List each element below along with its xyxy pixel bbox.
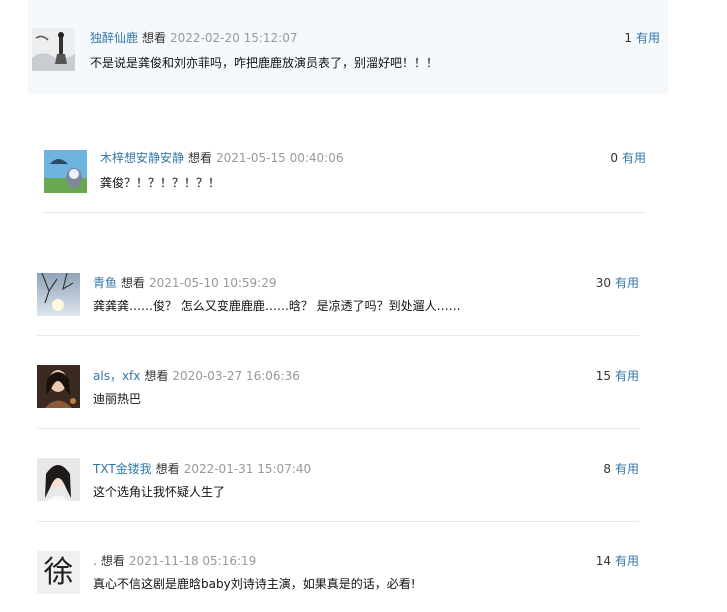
comment-item: 木梓想安静安静 想看 2021-05-15 00:40:06 0 有用 龚俊？！？！？…: [44, 148, 646, 212]
rating-label: 想看: [155, 462, 180, 476]
comment-meta: als，xfx 想看 2020-03-27 16:06:36: [93, 368, 300, 384]
comment-meta: . 想看 2021-11-18 05:16:19: [93, 553, 256, 569]
comment-time: 2020-03-27 16:06:36: [172, 369, 300, 383]
comment-item: als，xfx 想看 2020-03-27 16:06:36 15 有用 迪丽热巴: [37, 364, 639, 428]
comment-meta: 独醉仙鹿 想看 2022-02-20 15:12:07: [90, 30, 297, 46]
divider: [37, 521, 639, 522]
vote-area: 15 有用: [596, 368, 639, 384]
user-avatar[interactable]: [44, 150, 87, 193]
username-link[interactable]: 青鱼: [93, 276, 117, 290]
user-avatar[interactable]: [37, 365, 80, 408]
comment-meta: 木梓想安静安静 想看 2021-05-15 00:40:06: [100, 150, 343, 166]
divider: [37, 428, 639, 429]
rating-label: 想看: [121, 276, 146, 290]
comment-text: 迪丽热巴: [93, 392, 142, 406]
comment-item: 独醉仙鹿 想看 2022-02-20 15:12:07 1 有用 不是说是龚俊和刘亦菲…: [28, 0, 668, 94]
user-avatar[interactable]: [37, 458, 80, 501]
useful-button[interactable]: 有用: [636, 31, 660, 45]
rating-label: 想看: [188, 151, 213, 165]
username-link[interactable]: 木梓想安静安静: [100, 151, 184, 165]
username-link[interactable]: 独醉仙鹿: [90, 31, 138, 45]
comment-item: 青鱼 想看 2021-05-10 10:59:29 30 有用 龚龚龚……俊？ 怎么又…: [37, 271, 639, 335]
useful-button[interactable]: 有用: [615, 369, 639, 383]
useful-button[interactable]: 有用: [615, 554, 639, 568]
vote-area: 8 有用: [603, 461, 639, 477]
comment-text: 真心不信这剧是鹿晗baby刘诗诗主演，如果真是的话，必看!: [93, 577, 416, 591]
user-avatar[interactable]: [37, 273, 80, 316]
useful-button[interactable]: 有用: [615, 462, 639, 476]
rating-label: 想看: [142, 31, 167, 45]
comment-text: 龚俊？！？！？！？！: [100, 176, 221, 190]
avatar-text-logo: 徐: [43, 555, 74, 590]
username-link[interactable]: als，xfx: [93, 369, 140, 383]
comment-text: 不是说是龚俊和刘亦菲吗，咋把鹿鹿放演员表了，别溜好吧！！！: [90, 56, 439, 70]
useful-button[interactable]: 有用: [622, 151, 646, 165]
vote-count: 30: [595, 276, 611, 290]
vote-count: 14: [595, 554, 611, 568]
rating-label: 想看: [100, 554, 125, 568]
vote-area: 30 有用: [596, 275, 639, 291]
user-avatar[interactable]: 徐: [37, 551, 80, 594]
comment-item: 徐 . 想看 2021-11-18 05:16:19 14 有用 真心不信这剧是鹿晗b…: [37, 550, 639, 612]
username-link[interactable]: .: [93, 554, 97, 568]
rating-label: 想看: [144, 369, 169, 383]
comment-text: 这个选角让我怀疑人生了: [93, 485, 226, 499]
vote-area: 0 有用: [610, 150, 646, 166]
vote-count: 0: [610, 151, 618, 165]
comment-text: 龚龚龚……俊？ 怎么又变鹿鹿鹿……晗？ 是凉透了吗？到处遛人……: [93, 299, 461, 313]
divider: [37, 335, 639, 336]
comment-time: 2021-11-18 05:16:19: [128, 554, 257, 568]
comment-item: TXT金镂我 想看 2022-01-31 15:07:40 8 有用 这个选角让我怀疑…: [37, 457, 639, 521]
username-link[interactable]: TXT金镂我: [93, 462, 152, 476]
comment-meta: TXT金镂我 想看 2022-01-31 15:07:40: [93, 461, 311, 477]
comment-time: 2022-02-20 15:12:07: [170, 31, 298, 45]
comment-time: 2022-01-31 15:07:40: [183, 462, 312, 476]
divider: [44, 212, 646, 213]
user-avatar[interactable]: [32, 28, 75, 71]
useful-button[interactable]: 有用: [615, 276, 639, 290]
vote-count: 15: [595, 369, 611, 383]
comment-meta: 青鱼 想看 2021-05-10 10:59:29: [93, 275, 276, 291]
vote-area: 14 有用: [596, 553, 639, 569]
vote-area: 1 有用: [624, 30, 660, 46]
vote-count: 1: [624, 31, 632, 45]
vote-count: 8: [603, 462, 611, 476]
comment-time: 2021-05-10 10:59:29: [149, 276, 277, 290]
comment-time: 2021-05-15 00:40:06: [216, 151, 344, 165]
